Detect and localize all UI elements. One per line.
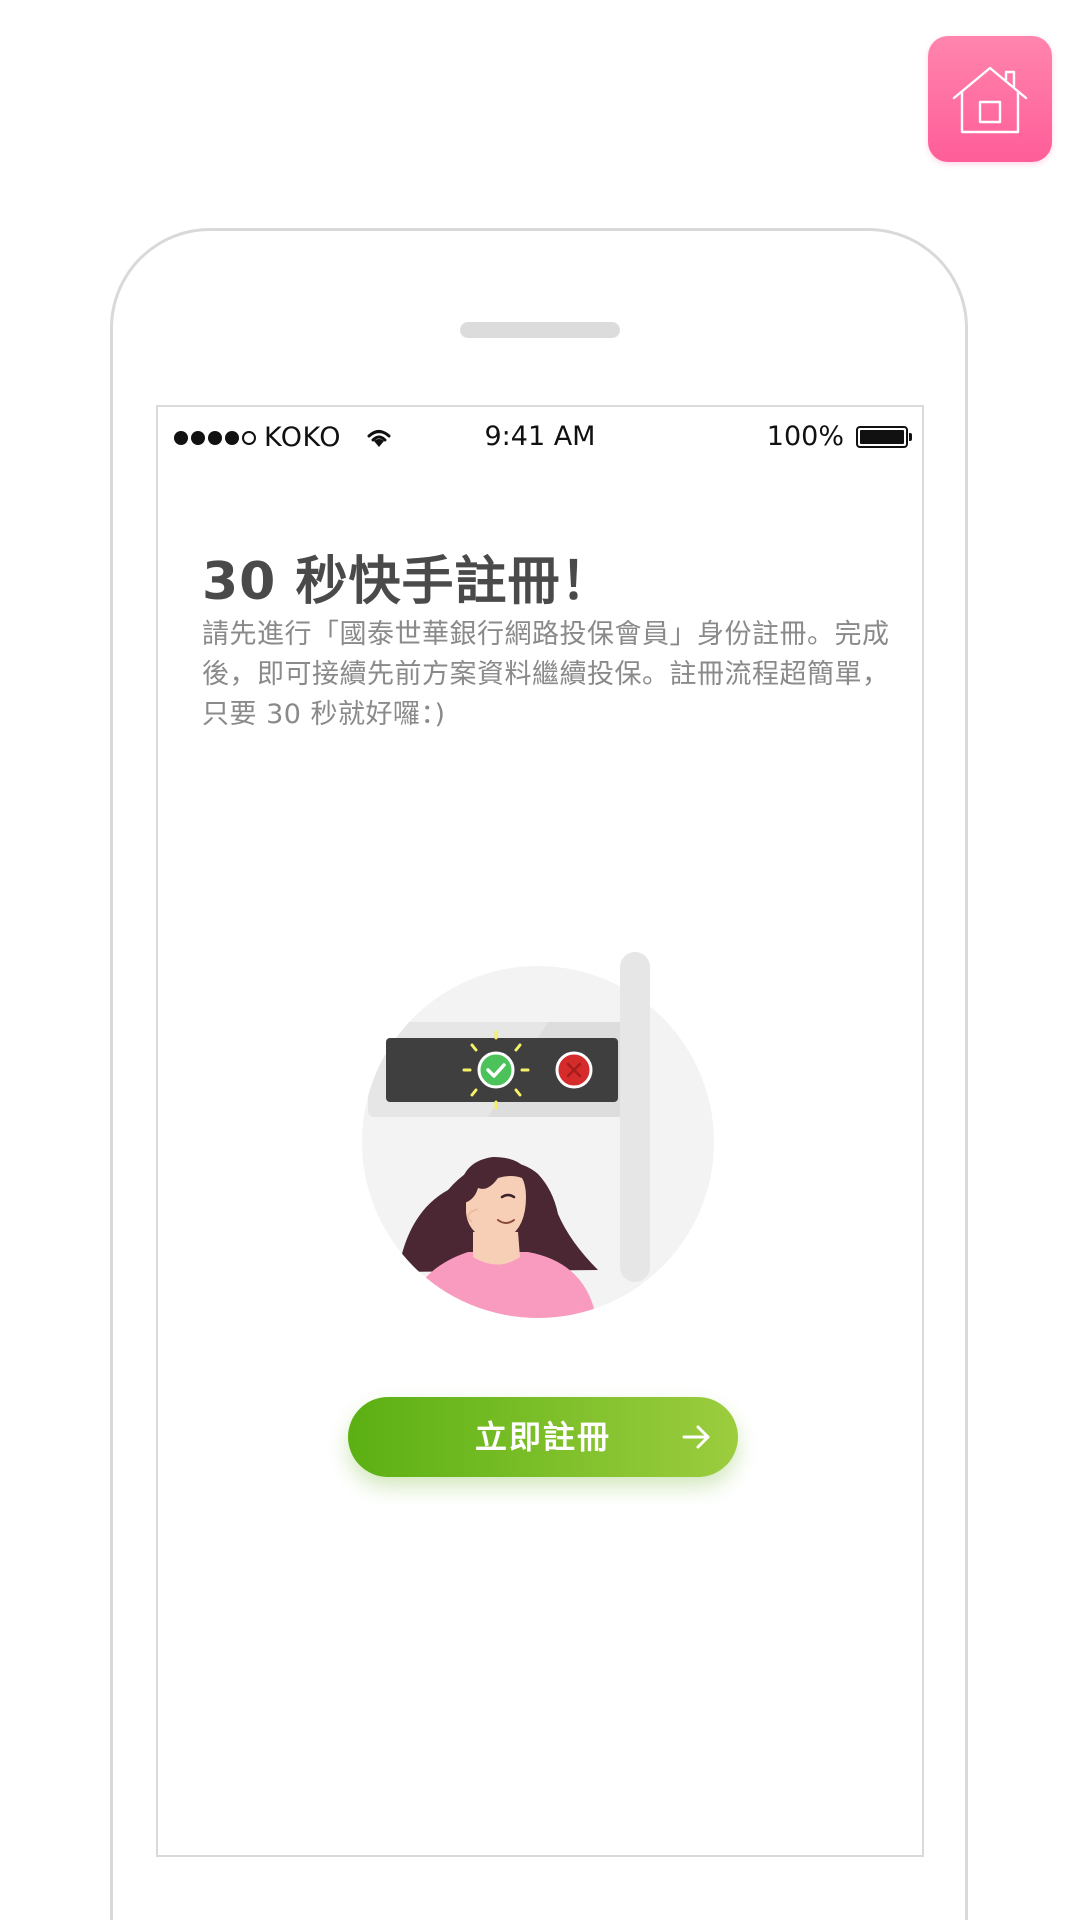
page-description: 請先進行「國泰世華銀行網路投保會員」身份註冊。完成後，即可接續先前方案資料繼續投… <box>202 619 890 730</box>
home-button[interactable] <box>928 36 1052 162</box>
status-bar: KOKO 9:41 AM 100% <box>158 407 922 473</box>
registration-illustration <box>362 952 714 1318</box>
page-title: 30 秒快手註冊！ <box>202 552 614 612</box>
phone-speaker <box>460 322 620 338</box>
arrow-right-icon <box>682 1425 710 1449</box>
battery-icon <box>856 426 912 448</box>
battery-percent: 100% <box>766 421 844 452</box>
home-icon <box>952 66 1028 134</box>
check-icon <box>477 1051 515 1089</box>
register-now-label: 立即註冊 <box>474 1418 611 1456</box>
register-now-button[interactable]: 立即註冊 <box>348 1397 738 1477</box>
x-icon <box>555 1051 593 1089</box>
phone-screen: KOKO 9:41 AM 100% 30 秒快手註冊！ 請先進行「國泰世華銀行網… <box>156 405 924 1857</box>
app-page: KOKO 9:41 AM 100% 30 秒快手註冊！ 請先進行「國泰世華銀行網… <box>0 0 1080 1920</box>
